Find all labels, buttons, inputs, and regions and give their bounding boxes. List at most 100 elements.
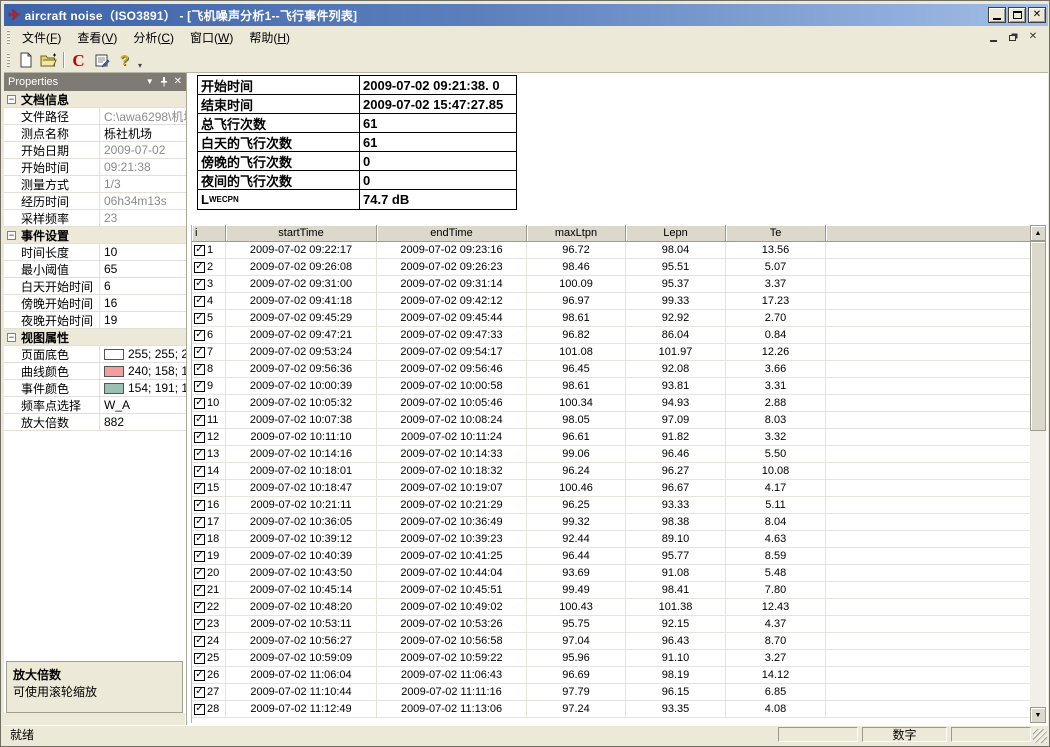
table-row[interactable]: 62009-07-02 09:47:212009-07-02 09:47:339… (192, 327, 1030, 344)
collapse-icon[interactable]: − (7, 95, 16, 104)
property-value[interactable]: 09:21:38 (100, 160, 186, 174)
property-section[interactable]: −视图属性 (4, 329, 186, 346)
table-row[interactable]: 252009-07-02 10:59:092009-07-02 10:59:22… (192, 650, 1030, 667)
property-value[interactable]: 2009-07-02 (100, 143, 186, 157)
table-row[interactable]: 102009-07-02 10:05:322009-07-02 10:05:46… (192, 395, 1030, 412)
table-row[interactable]: 82009-07-02 09:56:362009-07-02 09:56:469… (192, 361, 1030, 378)
collapse-icon[interactable]: − (7, 231, 16, 240)
table-row[interactable]: 132009-07-02 10:14:162009-07-02 10:14:33… (192, 446, 1030, 463)
table-row[interactable]: 202009-07-02 10:43:502009-07-02 10:44:04… (192, 565, 1030, 582)
property-value[interactable]: 6 (100, 279, 186, 293)
menu-item-0[interactable]: 文件(F) (14, 27, 69, 48)
table-row[interactable]: 182009-07-02 10:39:122009-07-02 10:39:23… (192, 531, 1030, 548)
c-weighting-button[interactable]: C (67, 49, 90, 71)
row-checkbox-checked[interactable] (194, 687, 205, 698)
property-value[interactable]: 255; 255; 25 (100, 347, 186, 361)
properties-panel-header[interactable]: Properties ▼ ✕ (4, 73, 186, 91)
table-row[interactable]: 222009-07-02 10:48:202009-07-02 10:49:02… (192, 599, 1030, 616)
row-checkbox-checked[interactable] (194, 585, 205, 596)
mdi-restore-button[interactable] (1006, 31, 1020, 44)
panel-menu-chevron-icon[interactable]: ▼ (146, 78, 154, 86)
row-checkbox-checked[interactable] (194, 279, 205, 290)
pin-icon[interactable] (160, 77, 168, 87)
color-swatch[interactable] (104, 366, 124, 377)
row-checkbox-checked[interactable] (194, 330, 205, 341)
row-checkbox-checked[interactable] (194, 449, 205, 460)
row-checkbox-checked[interactable] (194, 636, 205, 647)
property-value[interactable]: 16 (100, 296, 186, 310)
color-swatch[interactable] (104, 383, 124, 394)
table-row[interactable]: 52009-07-02 09:45:292009-07-02 09:45:449… (192, 310, 1030, 327)
table-row[interactable]: 142009-07-02 10:18:012009-07-02 10:18:32… (192, 463, 1030, 480)
property-value[interactable]: 65 (100, 262, 186, 276)
row-checkbox-checked[interactable] (194, 432, 205, 443)
scrollbar-thumb[interactable] (1030, 241, 1046, 431)
table-row[interactable]: 162009-07-02 10:21:112009-07-02 10:21:29… (192, 497, 1030, 514)
row-checkbox-checked[interactable] (194, 500, 205, 511)
row-checkbox-checked[interactable] (194, 313, 205, 324)
property-section[interactable]: −事件设置 (4, 227, 186, 244)
property-value[interactable]: 240; 158; 15 (100, 364, 186, 378)
table-row[interactable]: 272009-07-02 11:10:442009-07-02 11:11:16… (192, 684, 1030, 701)
row-checkbox-checked[interactable] (194, 534, 205, 545)
row-checkbox-checked[interactable] (194, 551, 205, 562)
table-row[interactable]: 152009-07-02 10:18:472009-07-02 10:19:07… (192, 480, 1030, 497)
property-value[interactable]: 154; 191; 18 (100, 381, 186, 395)
title-bar[interactable]: ✈ aircraft noise（ISO3891） - [飞机噪声分析1--飞行… (4, 4, 1048, 26)
property-value[interactable]: 10 (100, 245, 186, 259)
property-value[interactable]: 06h34m13s (100, 194, 186, 208)
panel-close-icon[interactable]: ✕ (174, 78, 182, 86)
property-value[interactable]: C:\awa6298\机场 (100, 108, 186, 125)
row-checkbox-checked[interactable] (194, 296, 205, 307)
properties-button[interactable] (90, 49, 113, 71)
help-button[interactable]: ? (113, 49, 136, 71)
close-button[interactable]: ✕ (1028, 7, 1046, 23)
property-value[interactable]: W_A (100, 398, 186, 412)
row-checkbox-checked[interactable] (194, 262, 205, 273)
property-value[interactable]: 23 (100, 211, 186, 225)
table-row[interactable]: 12009-07-02 09:22:172009-07-02 09:23:169… (192, 242, 1030, 259)
row-checkbox-checked[interactable] (194, 381, 205, 392)
table-row[interactable]: 122009-07-02 10:11:102009-07-02 10:11:24… (192, 429, 1030, 446)
table-row[interactable]: 232009-07-02 10:53:112009-07-02 10:53:26… (192, 616, 1030, 633)
table-row[interactable]: 22009-07-02 09:26:082009-07-02 09:26:239… (192, 259, 1030, 276)
row-checkbox-checked[interactable] (194, 704, 205, 715)
row-checkbox-checked[interactable] (194, 619, 205, 630)
row-checkbox-checked[interactable] (194, 568, 205, 579)
toolbar-grip[interactable] (7, 53, 10, 67)
column-header-Lepn[interactable]: Lepn (626, 225, 726, 242)
row-checkbox-checked[interactable] (194, 398, 205, 409)
minimize-button[interactable] (988, 7, 1006, 23)
collapse-icon[interactable]: − (7, 333, 16, 342)
menu-item-3[interactable]: 窗口(W) (182, 27, 241, 48)
row-checkbox-checked[interactable] (194, 347, 205, 358)
mdi-close-button[interactable]: ✕ (1026, 31, 1040, 44)
table-row[interactable]: 92009-07-02 10:00:392009-07-02 10:00:589… (192, 378, 1030, 395)
resize-grip[interactable] (1033, 729, 1047, 743)
color-swatch[interactable] (104, 349, 124, 360)
row-checkbox-checked[interactable] (194, 466, 205, 477)
row-checkbox-checked[interactable] (194, 517, 205, 528)
maximize-button[interactable] (1008, 7, 1026, 23)
column-header-maxLtpn[interactable]: maxLtpn (527, 225, 626, 242)
table-row[interactable]: 242009-07-02 10:56:272009-07-02 10:56:58… (192, 633, 1030, 650)
mdi-minimize-button[interactable] (986, 31, 1000, 44)
column-header-Te[interactable]: Te (726, 225, 826, 242)
scrollbar-track[interactable] (1030, 241, 1046, 707)
property-value[interactable]: 19 (100, 313, 186, 327)
property-value[interactable]: 栎社机场 (100, 125, 186, 142)
table-row[interactable]: 172009-07-02 10:36:052009-07-02 10:36:49… (192, 514, 1030, 531)
row-checkbox-checked[interactable] (194, 415, 205, 426)
column-header-startTime[interactable]: startTime (226, 225, 377, 242)
row-checkbox-checked[interactable] (194, 245, 205, 256)
scroll-down-button[interactable]: ▼ (1030, 707, 1046, 723)
scroll-up-button[interactable]: ▲ (1030, 225, 1046, 241)
table-row[interactable]: 42009-07-02 09:41:182009-07-02 09:42:129… (192, 293, 1030, 310)
table-row[interactable]: 282009-07-02 11:12:492009-07-02 11:13:06… (192, 701, 1030, 718)
property-value[interactable]: 882 (100, 415, 186, 429)
table-row[interactable]: 72009-07-02 09:53:242009-07-02 09:54:171… (192, 344, 1030, 361)
property-section[interactable]: −文档信息 (4, 91, 186, 108)
row-checkbox-checked[interactable] (194, 670, 205, 681)
toolbar-overflow-button[interactable]: ▾ (138, 61, 142, 72)
row-checkbox-checked[interactable] (194, 653, 205, 664)
